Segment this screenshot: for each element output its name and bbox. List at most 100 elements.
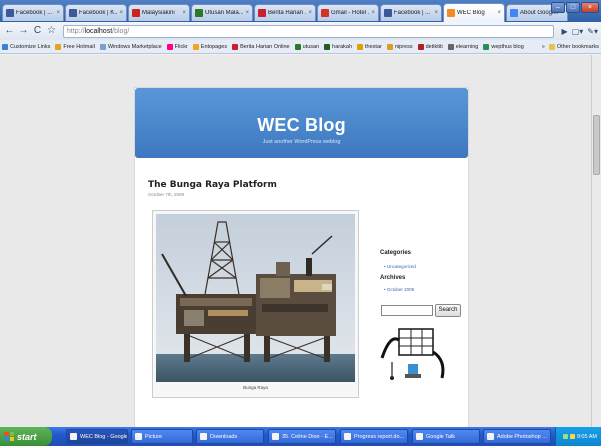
search-button[interactable]: Search xyxy=(435,304,461,317)
tab-close-icon[interactable]: × xyxy=(371,10,375,16)
taskbar-button[interactable]: Downloads xyxy=(196,429,264,444)
address-bar[interactable]: http://localhost/blog/ xyxy=(63,24,554,38)
play-icon[interactable]: ▶ xyxy=(562,27,568,36)
categories-heading: Categories xyxy=(380,250,412,256)
reload-button[interactable]: C xyxy=(31,25,44,38)
bookmark-item[interactable]: detiktiti xyxy=(417,43,443,50)
google-icon xyxy=(510,9,518,17)
tab-close-icon[interactable]: × xyxy=(182,10,186,16)
vertical-scrollbar[interactable] xyxy=(591,55,601,427)
oil-platform-photo[interactable] xyxy=(156,214,355,382)
taskbar-button-label: 35. Celine Dion - E... xyxy=(282,433,333,440)
taskbar-button[interactable]: Google Talk xyxy=(412,429,480,444)
browser-tab[interactable]: Berita Harian ... × xyxy=(254,4,316,21)
tab-close-icon[interactable]: × xyxy=(308,10,312,16)
system-tray: 9:05 AM xyxy=(555,427,601,446)
bookmark-item[interactable]: elearning xyxy=(447,43,478,50)
bookmark-label: wepthus blog xyxy=(491,43,524,50)
bookmark-item[interactable]: harakah xyxy=(324,43,353,50)
app-icon xyxy=(135,433,142,440)
post-date: October 7th, 2009 xyxy=(148,192,185,197)
bookmark-label: Flickr xyxy=(174,43,188,50)
bookmark-item[interactable]: nipress xyxy=(386,43,413,50)
tab-close-icon[interactable]: × xyxy=(56,10,60,16)
bookmark-favicon-icon xyxy=(417,43,424,50)
bookmark-label: Entopages xyxy=(200,43,228,50)
bookmark-favicon-icon xyxy=(294,43,301,50)
category-link-uncategorized[interactable]: • Uncategorized xyxy=(384,264,416,269)
close-window-button[interactable]: × xyxy=(581,2,599,13)
blog-page: WEC Blog Just another WordPress weblog T… xyxy=(134,87,469,432)
bookmark-item[interactable]: utusan xyxy=(294,43,319,50)
facebook-icon xyxy=(384,9,392,17)
bookmark-label: detiktiti xyxy=(425,43,443,50)
bookmark-label: thestar xyxy=(365,43,382,50)
page-icon xyxy=(447,9,455,17)
tab-label: Berita Harian ... xyxy=(268,10,307,16)
app-icon xyxy=(416,433,423,440)
tab-label: Facebook | ... xyxy=(16,10,53,16)
browser-tab[interactable]: Facebook | ... × xyxy=(380,4,442,21)
bookmark-favicon-icon xyxy=(232,43,239,50)
taskbar-button-label: Adobe Photoshop ... xyxy=(497,433,547,440)
search-input[interactable] xyxy=(381,305,433,316)
browser-tab[interactable]: Malaysiakini × xyxy=(128,4,190,21)
page-menu-icon[interactable]: ▢▾ xyxy=(572,27,584,36)
bookmark-item[interactable]: thestar xyxy=(357,43,382,50)
browser-tab[interactable]: Gmail - Hotel ... × xyxy=(317,4,379,21)
taskbar-button[interactable]: Picture xyxy=(131,429,193,444)
news-icon xyxy=(132,9,140,17)
browser-toolbar: ← → C ☆ http://localhost/blog/ ▶ ▢▾ ✎▾ xyxy=(0,22,601,40)
browser-tab[interactable]: Facebook | ... × xyxy=(2,4,64,21)
browser-tab[interactable]: WEC Blog × xyxy=(443,3,505,22)
minimize-button[interactable]: – xyxy=(551,2,565,13)
taskbar-button[interactable]: WEC Blog - Google ... xyxy=(66,429,128,444)
bookmark-label: Berita Harian Online xyxy=(240,43,290,50)
scrollbar-thumb[interactable] xyxy=(593,115,600,175)
taskbar-button-label: WEC Blog - Google ... xyxy=(80,433,128,440)
bookmark-label: harakah xyxy=(332,43,353,50)
taskbar-button[interactable]: 35. Celine Dion - E... xyxy=(268,429,336,444)
tab-close-icon[interactable]: × xyxy=(434,10,438,16)
bookmark-item[interactable]: Berita Harian Online xyxy=(232,43,290,50)
facebook-icon xyxy=(69,9,77,17)
bookmark-item[interactable]: Windows Marketplace xyxy=(99,43,162,50)
blog-title[interactable]: WEC Blog xyxy=(135,115,468,136)
bookmark-star-icon[interactable]: ☆ xyxy=(45,25,58,38)
tab-close-icon[interactable]: × xyxy=(497,10,501,16)
tab-close-icon[interactable]: × xyxy=(119,10,123,16)
bookmark-item[interactable]: Customize Links xyxy=(2,43,51,50)
maximize-button[interactable]: □ xyxy=(566,2,580,13)
news-icon xyxy=(195,9,203,17)
network-icon[interactable] xyxy=(562,434,568,439)
browser-tab[interactable]: Facebook | K... × xyxy=(65,4,127,21)
bookmark-label: Customize Links xyxy=(10,43,51,50)
bookmark-favicon-icon xyxy=(324,43,331,50)
taskbar-button[interactable]: Progress report.do... xyxy=(340,429,408,444)
taskbar-button-label: Downloads xyxy=(210,433,238,440)
start-button[interactable]: start xyxy=(0,427,52,446)
bookmark-item[interactable]: Free Hotmail xyxy=(55,43,95,50)
back-button[interactable]: ← xyxy=(3,25,16,38)
tab-close-icon[interactable]: × xyxy=(245,10,249,16)
bookmark-item[interactable]: Entopages xyxy=(192,43,228,50)
taskbar-button[interactable]: Adobe Photoshop ... xyxy=(483,429,551,444)
archive-link-october-2009[interactable]: • October 2009 xyxy=(384,287,414,292)
window-controls: – □ × xyxy=(550,2,599,13)
blog-description: Just another WordPress weblog xyxy=(262,139,341,145)
volume-icon[interactable] xyxy=(569,434,575,439)
gmail-icon xyxy=(321,9,329,17)
forward-button[interactable]: → xyxy=(17,25,30,38)
taskbar-button-label: Picture xyxy=(145,433,163,440)
other-bookmarks[interactable]: » Other bookmarks xyxy=(542,43,599,50)
app-icon xyxy=(487,433,494,440)
app-icon xyxy=(70,433,77,440)
browser-tab[interactable]: Utusan Mala... × xyxy=(191,4,253,21)
bookmark-item[interactable]: wepthus blog xyxy=(483,43,524,50)
chevron-more-icon[interactable]: » xyxy=(542,44,545,50)
post-title[interactable]: The Bunga Raya Platform xyxy=(148,180,277,190)
desktop-screen: Facebook | ... × Facebook | K... × Malaysiak… xyxy=(0,0,601,446)
wrench-menu-icon[interactable]: ✎▾ xyxy=(587,27,598,36)
bookmark-item[interactable]: Flickr xyxy=(166,43,188,50)
clock[interactable]: 9:05 AM xyxy=(577,434,597,440)
